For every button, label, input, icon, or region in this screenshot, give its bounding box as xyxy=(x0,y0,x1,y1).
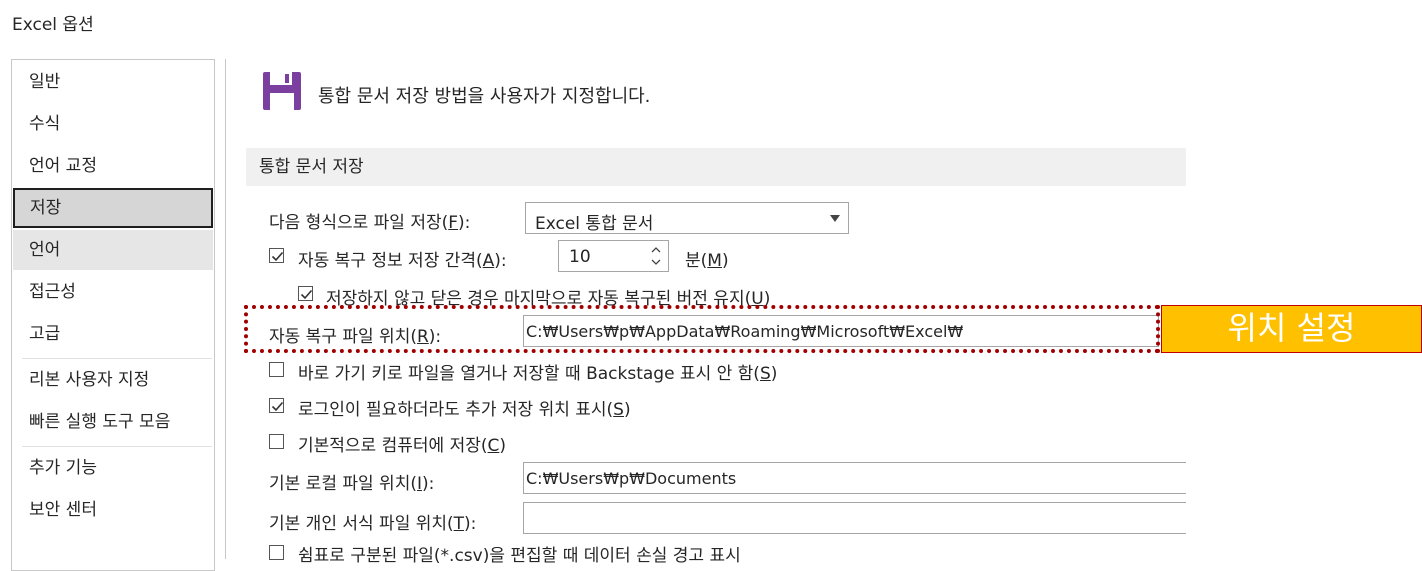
default-local-location-value: C:₩Users₩p₩Documents xyxy=(526,469,737,488)
chevron-down-icon xyxy=(830,215,840,222)
minutes-unit-label: 분(M) xyxy=(685,251,729,271)
window-title: Excel 옵션 xyxy=(12,15,94,35)
personal-templates-location-input[interactable] xyxy=(523,502,1186,534)
sidebar-divider xyxy=(22,358,212,359)
sidebar-item-language[interactable]: 언어 xyxy=(13,230,213,270)
sidebar-item-accessibility[interactable]: 접근성 xyxy=(13,272,213,312)
sidebar-item-general[interactable]: 일반 xyxy=(13,62,213,102)
default-local-location-label: 기본 로컬 파일 위치(I): xyxy=(269,474,435,494)
show-extra-locations-checkbox[interactable] xyxy=(269,398,284,413)
options-sidebar: 일반 수식 언어 교정 저장 언어 접근성 고급 리본 사용자 지정 빠른 실행… xyxy=(11,59,215,571)
save-disk-icon xyxy=(263,72,301,110)
checkmark-icon xyxy=(300,289,313,300)
section-header-save-workbooks: 통합 문서 저장 xyxy=(246,148,1186,186)
save-format-value: Excel 통합 문서 xyxy=(535,214,654,234)
sidebar-item-proofing[interactable]: 언어 교정 xyxy=(13,146,213,186)
sidebar-item-customize-ribbon[interactable]: 리본 사용자 지정 xyxy=(13,360,213,400)
page-heading: 통합 문서 저장 방법을 사용자가 지정합니다. xyxy=(318,86,651,107)
autorecover-checkbox[interactable] xyxy=(269,248,284,263)
sidebar-divider xyxy=(22,446,212,447)
autorecover-minutes-value: 10 xyxy=(569,247,591,267)
show-extra-locations-label: 로그인이 필요하더라도 추가 저장 위치 표시(S) xyxy=(298,400,631,420)
sidebar-item-add-ins[interactable]: 추가 기능 xyxy=(13,448,213,488)
save-format-label: 다음 형식으로 파일 저장(F): xyxy=(269,213,471,233)
checkmark-icon xyxy=(271,401,284,412)
save-to-computer-checkbox[interactable] xyxy=(269,434,284,449)
save-to-computer-label: 기본적으로 컴퓨터에 저장(C) xyxy=(298,436,506,456)
highlight-box xyxy=(244,305,1160,353)
content-pane-border xyxy=(225,59,226,559)
sidebar-item-trust-center[interactable]: 보안 센터 xyxy=(13,490,213,530)
autorecover-minutes-spinner[interactable]: 10 xyxy=(558,240,669,272)
chevron-down-icon[interactable] xyxy=(650,257,662,267)
sidebar-item-advanced[interactable]: 고급 xyxy=(13,314,213,354)
sidebar-item-save[interactable]: 저장 xyxy=(13,188,213,228)
sidebar-item-formulas[interactable]: 수식 xyxy=(13,104,213,144)
keep-last-version-checkbox[interactable] xyxy=(298,286,313,301)
checkmark-icon xyxy=(271,251,284,262)
hide-backstage-label: 바로 가기 키로 파일을 열거나 저장할 때 Backstage 표시 안 함(… xyxy=(298,364,778,384)
autorecover-label: 자동 복구 정보 저장 간격(A): xyxy=(298,251,507,271)
chevron-up-icon[interactable] xyxy=(650,245,662,255)
default-local-location-input[interactable]: C:₩Users₩p₩Documents xyxy=(523,462,1186,494)
hide-backstage-checkbox[interactable] xyxy=(269,362,284,377)
personal-templates-location-label: 기본 개인 서식 파일 위치(T): xyxy=(269,514,477,534)
csv-warning-label: 쉼표로 구분된 파일(*.csv)을 편집할 때 데이터 손실 경고 표시 xyxy=(298,546,741,566)
callout-label: 위치 설정 xyxy=(1161,305,1422,353)
sidebar-item-quick-access-toolbar[interactable]: 빠른 실행 도구 모음 xyxy=(13,402,213,442)
save-format-dropdown[interactable]: Excel 통합 문서 xyxy=(525,202,849,234)
